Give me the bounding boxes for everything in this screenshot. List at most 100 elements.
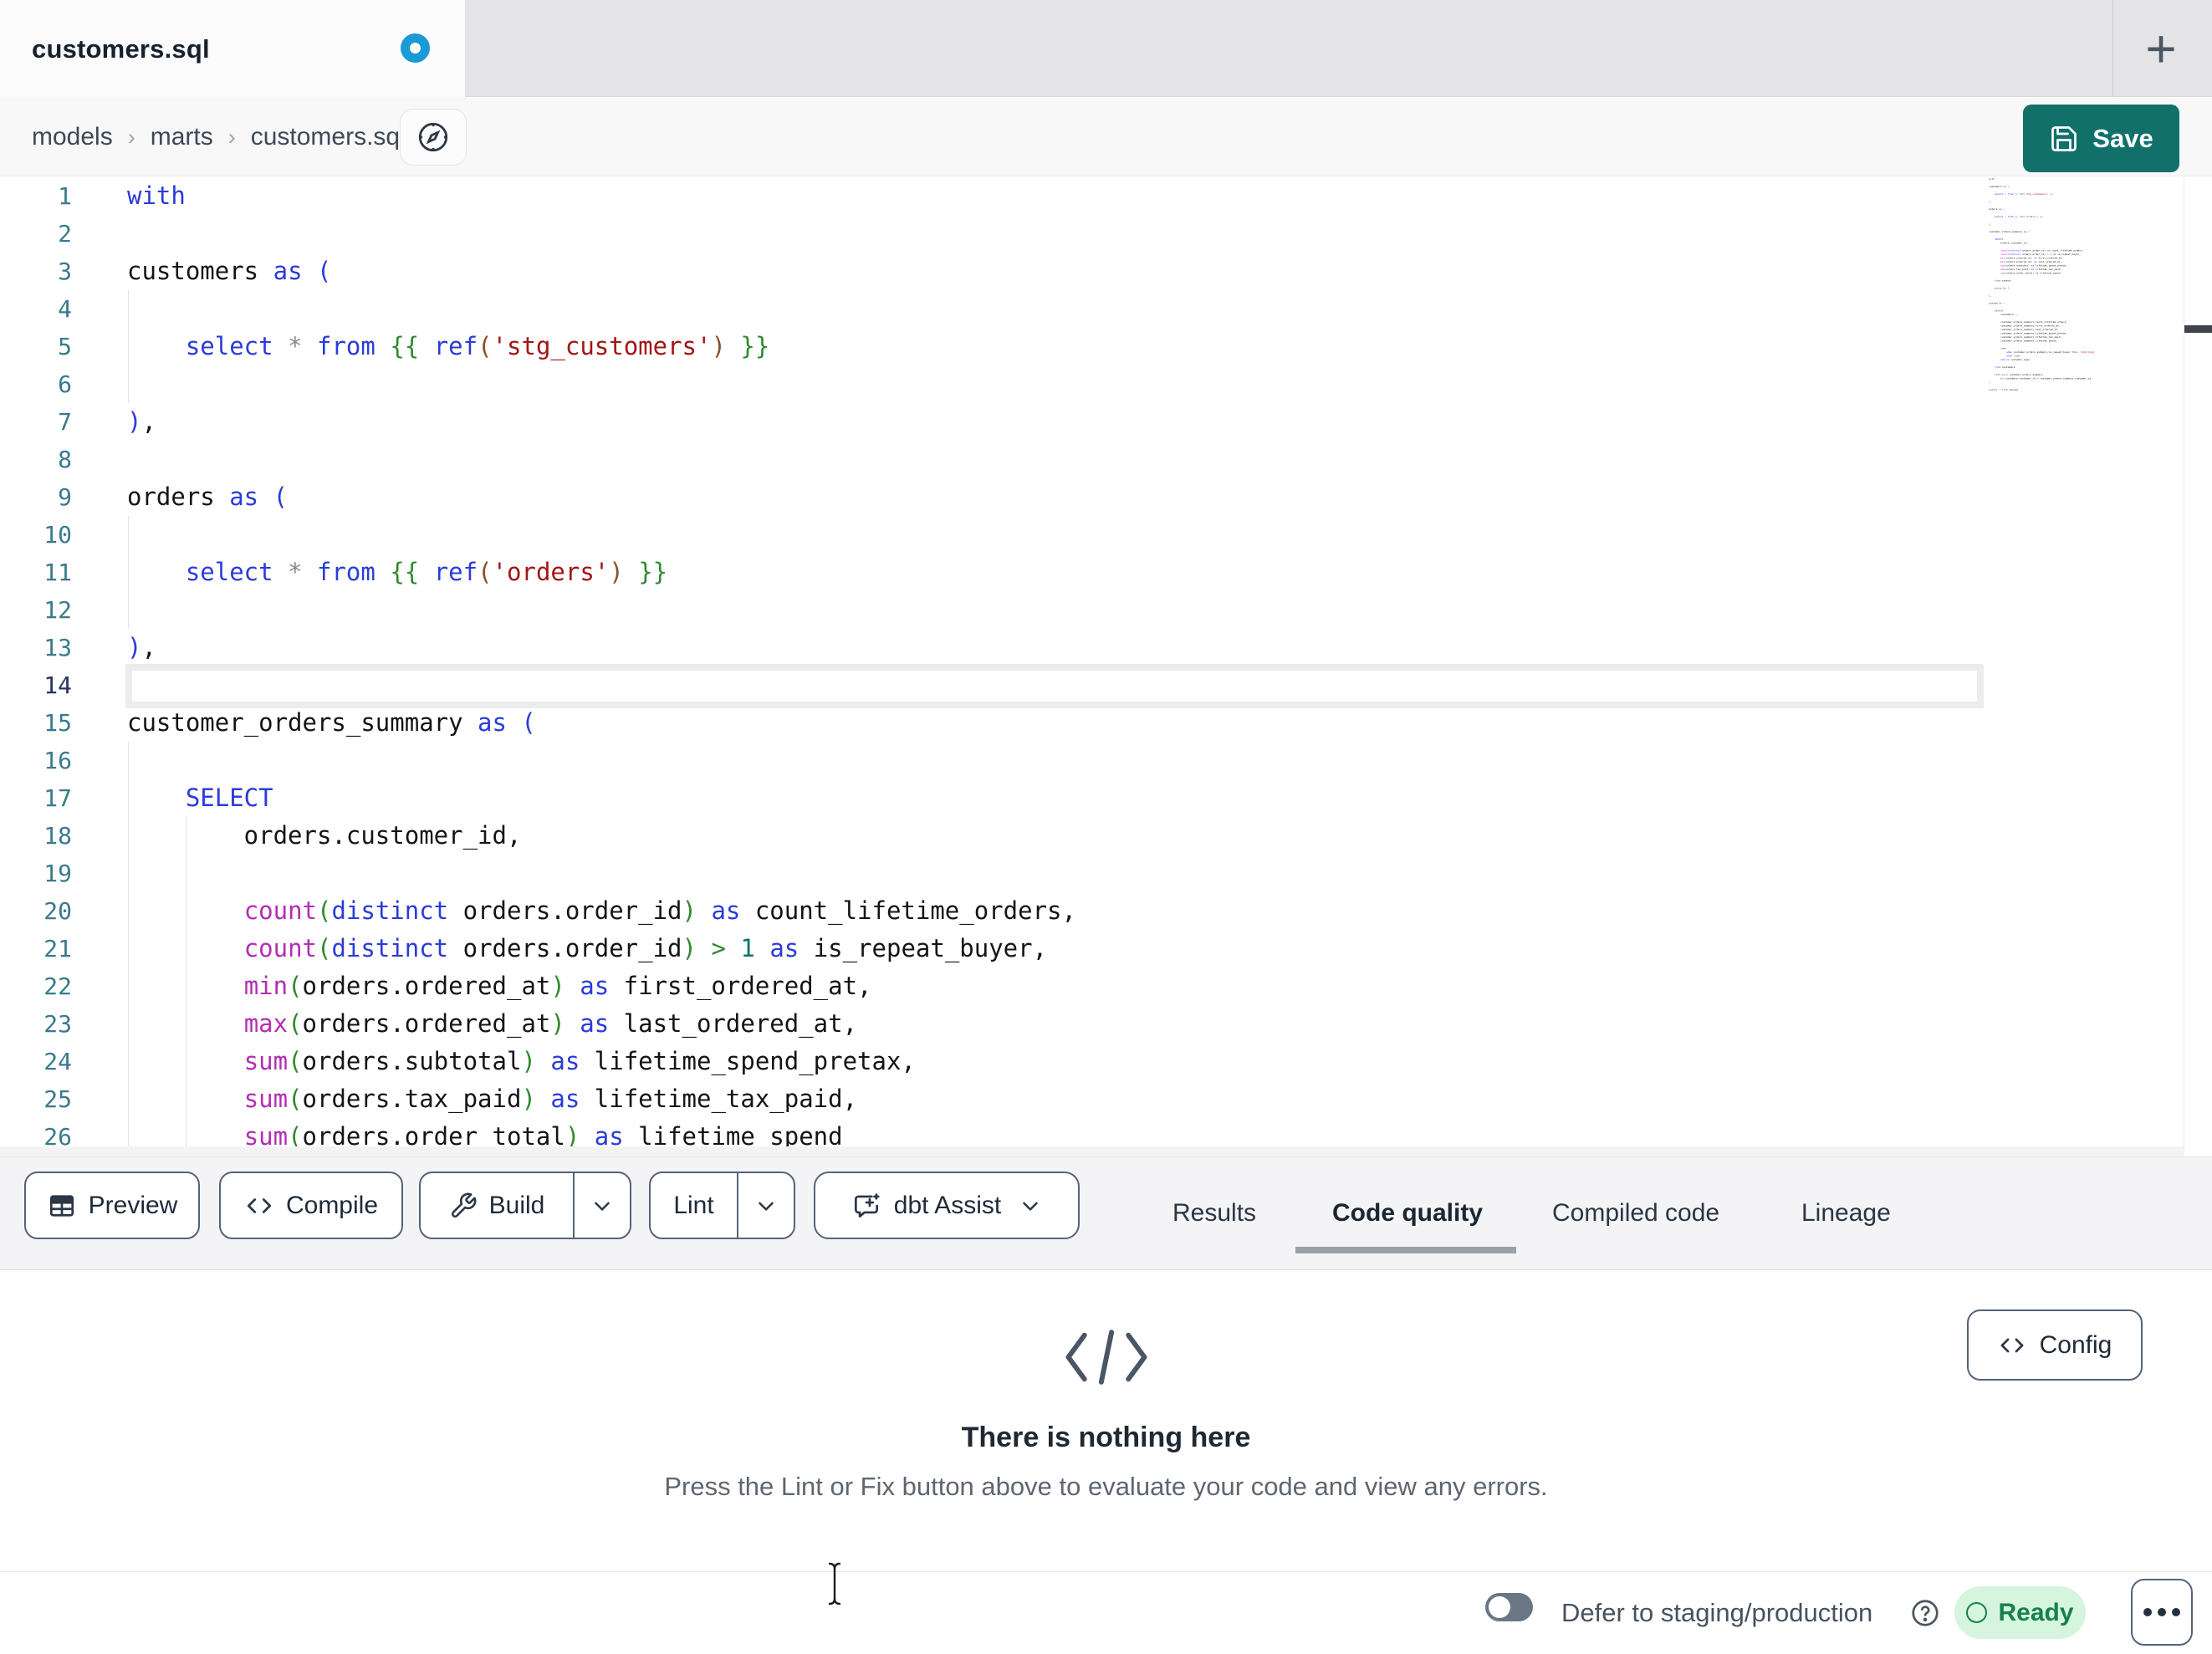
- line-number: 6: [58, 370, 72, 398]
- build-main[interactable]: Build: [421, 1173, 573, 1238]
- lint-dropdown-chevron[interactable]: [738, 1173, 794, 1238]
- explore-compass-button[interactable]: [400, 109, 467, 166]
- line-number: 22: [43, 972, 72, 1000]
- code-line[interactable]: with: [127, 177, 1193, 215]
- code-line[interactable]: [127, 591, 1193, 629]
- line-number: 7: [58, 408, 72, 436]
- assist-label: dbt Assist: [893, 1191, 1002, 1219]
- toggle-knob: [1489, 1596, 1510, 1618]
- code-line[interactable]: [127, 666, 1193, 704]
- line-number: 21: [43, 935, 72, 962]
- build-button[interactable]: Build: [419, 1172, 631, 1239]
- line-number: 25: [43, 1085, 72, 1113]
- line-number: 5: [58, 333, 72, 360]
- code-line[interactable]: orders.customer_id,: [127, 817, 1193, 855]
- code-line[interactable]: [127, 215, 1193, 253]
- code-line[interactable]: ),: [127, 403, 1193, 441]
- help-icon[interactable]: [1909, 1597, 1941, 1629]
- dot: [2158, 1608, 2166, 1616]
- code-line[interactable]: select * from {{ ref('orders') }}: [127, 554, 1193, 591]
- minimap-content: with customers as ( select * from {{ ref(…: [1989, 177, 2106, 392]
- mouse-cursor-ibeam: [824, 1560, 845, 1607]
- code-line[interactable]: select * from {{ ref('stg_customers') }}: [127, 328, 1193, 365]
- scrollbar-cursor-marker[interactable]: [2184, 325, 2212, 333]
- defer-toggle[interactable]: [1485, 1593, 1533, 1621]
- tab-customers-sql[interactable]: customers.sql: [0, 0, 465, 98]
- code-line: select * from joined: [1989, 388, 2018, 391]
- breadcrumb-item-customers-sql[interactable]: customers.sql: [251, 123, 406, 151]
- compile-button[interactable]: Compile: [219, 1172, 403, 1239]
- code-line[interactable]: [127, 365, 1193, 403]
- compass-icon: [416, 120, 451, 155]
- save-label: Save: [2092, 123, 2153, 153]
- breadcrumb: models › marts › customers.sql: [32, 98, 406, 176]
- defer-label: Defer to staging/production: [1561, 1598, 1873, 1627]
- code-line[interactable]: [127, 516, 1193, 554]
- assist-chat-sparkle-icon: [851, 1190, 882, 1222]
- line-number: 13: [43, 634, 72, 661]
- code-line[interactable]: sum(orders.tax_paid) as lifetime_tax_pai…: [127, 1080, 1193, 1118]
- lint-button[interactable]: Lint: [649, 1172, 795, 1239]
- line-number: 20: [43, 897, 72, 925]
- line-number: 18: [43, 822, 72, 850]
- code-line[interactable]: orders as (: [127, 478, 1193, 516]
- ready-label: Ready: [1998, 1598, 2074, 1626]
- preview-label: Preview: [88, 1191, 178, 1219]
- code-line[interactable]: [127, 855, 1193, 892]
- tab-bar: customers.sql +: [0, 0, 2212, 98]
- line-number: 1: [58, 182, 72, 210]
- code-line[interactable]: max(orders.ordered_at) as last_ordered_a…: [127, 1005, 1193, 1043]
- panel-tab-lineage[interactable]: Lineage: [1801, 1157, 1891, 1269]
- dbt-assist-button[interactable]: dbt Assist: [814, 1172, 1080, 1239]
- preview-button[interactable]: Preview: [24, 1172, 200, 1239]
- code-quality-panel: Config There is nothing here Press the L…: [0, 1271, 2212, 1571]
- line-number-gutter: 1 2 3 4 5 6 7 8 9 10 11 12 13 14 15 16 17 18 19 20 21 22 23 24 2…: [0, 177, 72, 1156]
- status-bar: Defer to staging/production Ready: [0, 1571, 2212, 1653]
- code-line[interactable]: SELECT: [127, 779, 1193, 817]
- code-line[interactable]: sum(orders.subtotal) as lifetime_spend_p…: [127, 1043, 1193, 1080]
- empty-state-description: Press the Lint or Fix button above to ev…: [664, 1472, 1548, 1501]
- code-line[interactable]: customer_orders_summary as (: [127, 704, 1193, 742]
- code-icon: [244, 1191, 274, 1221]
- horizontal-scrollbar-track[interactable]: [0, 1146, 2184, 1156]
- minimap[interactable]: with customers as ( select * from {{ ref(…: [1989, 177, 2183, 1147]
- assist-dropdown-chevron[interactable]: [1013, 1173, 1043, 1238]
- code-line[interactable]: count(distinct orders.order_id) > 1 as i…: [127, 930, 1193, 967]
- code-line[interactable]: [127, 441, 1193, 478]
- overflow-menu-button[interactable]: [2131, 1579, 2193, 1646]
- dot: [2143, 1608, 2152, 1616]
- table-grid-icon: [47, 1191, 77, 1221]
- new-tab-button[interactable]: +: [2128, 13, 2194, 84]
- code-editor[interactable]: 1 2 3 4 5 6 7 8 9 10 11 12 13 14 15 16 17 18 19 20 21 22 23 24 2…: [0, 176, 2212, 1156]
- code-line[interactable]: min(orders.ordered_at) as first_ordered_…: [127, 967, 1193, 1005]
- line-number: 2: [58, 220, 72, 248]
- code-line[interactable]: [127, 290, 1193, 328]
- panel-tab-compiled-code[interactable]: Compiled code: [1552, 1157, 1719, 1269]
- code-line[interactable]: [127, 742, 1193, 779]
- code-line[interactable]: customers as (: [127, 253, 1193, 290]
- compile-label: Compile: [285, 1191, 379, 1219]
- wrench-icon: [449, 1192, 478, 1220]
- code-line[interactable]: count(distinct orders.order_id) as count…: [127, 892, 1193, 930]
- build-dropdown-chevron[interactable]: [575, 1173, 630, 1238]
- breadcrumb-item-models[interactable]: models: [32, 123, 113, 151]
- empty-state-code-icon: [0, 1323, 2212, 1391]
- breadcrumb-separator: ›: [227, 124, 236, 150]
- code-line[interactable]: ),: [127, 629, 1193, 666]
- line-number: 24: [43, 1048, 72, 1075]
- save-button[interactable]: Save: [2023, 105, 2179, 172]
- lint-label: Lint: [673, 1191, 714, 1219]
- line-number: 3: [58, 258, 72, 285]
- breadcrumb-separator: ›: [127, 124, 135, 150]
- panel-tab-results[interactable]: Results: [1172, 1157, 1256, 1269]
- ide-status-badge[interactable]: Ready: [1954, 1586, 2086, 1639]
- status-ring-icon: [1966, 1602, 1988, 1623]
- line-number: 16: [43, 747, 72, 774]
- lint-main[interactable]: Lint: [651, 1173, 737, 1238]
- breadcrumb-item-marts[interactable]: marts: [151, 123, 213, 151]
- line-number: 15: [43, 709, 72, 737]
- dot: [2172, 1608, 2180, 1616]
- tabbar-divider: [2112, 0, 2113, 97]
- code-lines[interactable]: with customers as ( select * from {{ ref(…: [127, 177, 1193, 1156]
- save-icon: [2049, 124, 2079, 154]
